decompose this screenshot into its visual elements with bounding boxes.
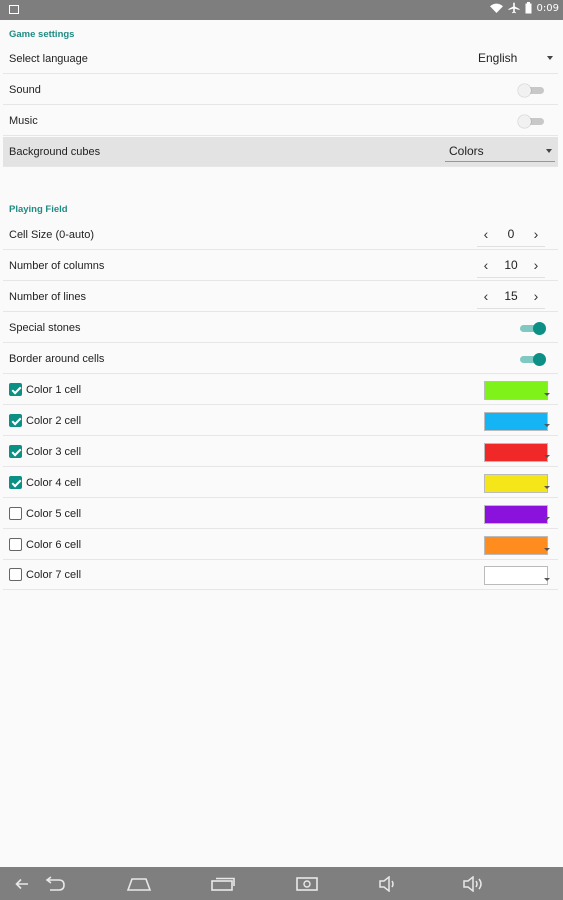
color-6-swatch[interactable] — [484, 536, 550, 555]
decrement-button[interactable]: ‹ — [479, 257, 493, 275]
decrement-button[interactable]: ‹ — [479, 288, 493, 306]
increment-button[interactable]: › — [529, 257, 543, 275]
color-5-swatch[interactable] — [484, 505, 550, 524]
color-4-row[interactable]: Color 4 cell — [3, 468, 558, 498]
wifi-icon — [489, 3, 503, 13]
color-5-label: Color 5 cell — [26, 508, 82, 520]
recent-apps-icon[interactable] — [206, 867, 240, 900]
color-7-label: Color 7 cell — [26, 569, 82, 581]
columns-stepper[interactable]: ‹ 10 › — [477, 255, 545, 278]
special-stones-label: Special stones — [9, 322, 81, 334]
cell-size-row: Cell Size (0-auto) ‹ 0 › — [3, 220, 558, 250]
select-language-row[interactable]: Select language English — [3, 44, 558, 74]
image-icon — [9, 5, 19, 14]
cell-size-label: Cell Size (0-auto) — [9, 229, 94, 241]
columns-label: Number of columns — [9, 260, 105, 272]
color-6-label: Color 6 cell — [26, 539, 82, 551]
color-3-swatch[interactable] — [484, 443, 550, 462]
chevron-down-icon — [546, 149, 552, 153]
color-7-swatch[interactable] — [484, 566, 550, 585]
screenshot-icon[interactable] — [290, 867, 324, 900]
music-label: Music — [9, 115, 38, 127]
language-value: English — [478, 51, 518, 65]
playing-field-title: Playing Field — [9, 204, 68, 215]
navigation-bar — [0, 867, 563, 900]
border-cells-row[interactable]: Border around cells — [3, 344, 558, 374]
color-7-row[interactable]: Color 7 cell — [3, 560, 558, 590]
increment-button[interactable]: › — [529, 226, 543, 244]
color-2-row[interactable]: Color 2 cell — [3, 406, 558, 436]
color-5-checkbox[interactable] — [9, 507, 22, 520]
sound-toggle[interactable] — [518, 84, 546, 97]
lines-label: Number of lines — [9, 291, 87, 303]
color-1-checkbox[interactable] — [9, 383, 22, 396]
color-6-checkbox[interactable] — [9, 538, 22, 551]
special-stones-toggle-thumb — [533, 322, 546, 335]
language-dropdown[interactable]: English — [476, 50, 556, 68]
cell-size-stepper[interactable]: ‹ 0 › — [477, 224, 545, 247]
color-4-label: Color 4 cell — [26, 477, 82, 489]
color-4-checkbox[interactable] — [9, 476, 22, 489]
music-toggle[interactable] — [518, 115, 546, 128]
status-bar: 0:09 — [0, 0, 563, 20]
decrement-button[interactable]: ‹ — [479, 226, 493, 244]
battery-icon — [525, 2, 532, 14]
color-3-label: Color 3 cell — [26, 446, 82, 458]
lines-stepper[interactable]: ‹ 15 › — [477, 286, 545, 309]
sound-toggle-thumb — [518, 84, 531, 97]
volume-up-icon[interactable] — [456, 867, 492, 900]
color-1-row[interactable]: Color 1 cell — [3, 375, 558, 405]
status-icons: 0:09 — [489, 2, 559, 14]
lines-value[interactable]: 15 — [495, 289, 527, 303]
status-time: 0:09 — [536, 2, 559, 14]
color-3-row[interactable]: Color 3 cell — [3, 437, 558, 467]
color-6-row[interactable]: Color 6 cell — [3, 530, 558, 560]
border-cells-toggle-thumb — [533, 353, 546, 366]
home-icon[interactable] — [122, 867, 156, 900]
background-cubes-dropdown[interactable]: Colors — [445, 143, 555, 162]
volume-down-icon[interactable] — [372, 867, 406, 900]
columns-value[interactable]: 10 — [495, 258, 527, 272]
color-7-checkbox[interactable] — [9, 568, 22, 581]
color-2-label: Color 2 cell — [26, 415, 82, 427]
background-cubes-value: Colors — [449, 144, 484, 158]
game-settings-title: Game settings — [9, 29, 75, 40]
back-icon[interactable] — [40, 867, 68, 900]
music-row[interactable]: Music — [3, 106, 558, 136]
sound-label: Sound — [9, 84, 41, 96]
color-1-label: Color 1 cell — [26, 384, 82, 396]
lines-row: Number of lines ‹ 15 › — [3, 282, 558, 312]
columns-row: Number of columns ‹ 10 › — [3, 251, 558, 281]
color-5-row[interactable]: Color 5 cell — [3, 499, 558, 529]
music-toggle-thumb — [518, 115, 531, 128]
back-arrow-icon[interactable] — [12, 867, 32, 900]
border-cells-label: Border around cells — [9, 353, 105, 365]
background-cubes-row[interactable]: Background cubes Colors — [3, 137, 558, 167]
color-3-checkbox[interactable] — [9, 445, 22, 458]
airplane-icon — [508, 2, 520, 14]
sound-row[interactable]: Sound — [3, 75, 558, 105]
increment-button[interactable]: › — [529, 288, 543, 306]
special-stones-toggle[interactable] — [518, 322, 546, 335]
border-cells-toggle[interactable] — [518, 353, 546, 366]
chevron-down-icon — [547, 56, 553, 60]
background-cubes-label: Background cubes — [9, 146, 101, 158]
select-language-label: Select language — [9, 53, 88, 65]
cell-size-value[interactable]: 0 — [495, 227, 527, 241]
color-1-swatch[interactable] — [484, 381, 550, 400]
special-stones-row[interactable]: Special stones — [3, 313, 558, 343]
color-4-swatch[interactable] — [484, 474, 550, 493]
color-2-swatch[interactable] — [484, 412, 550, 431]
color-2-checkbox[interactable] — [9, 414, 22, 427]
